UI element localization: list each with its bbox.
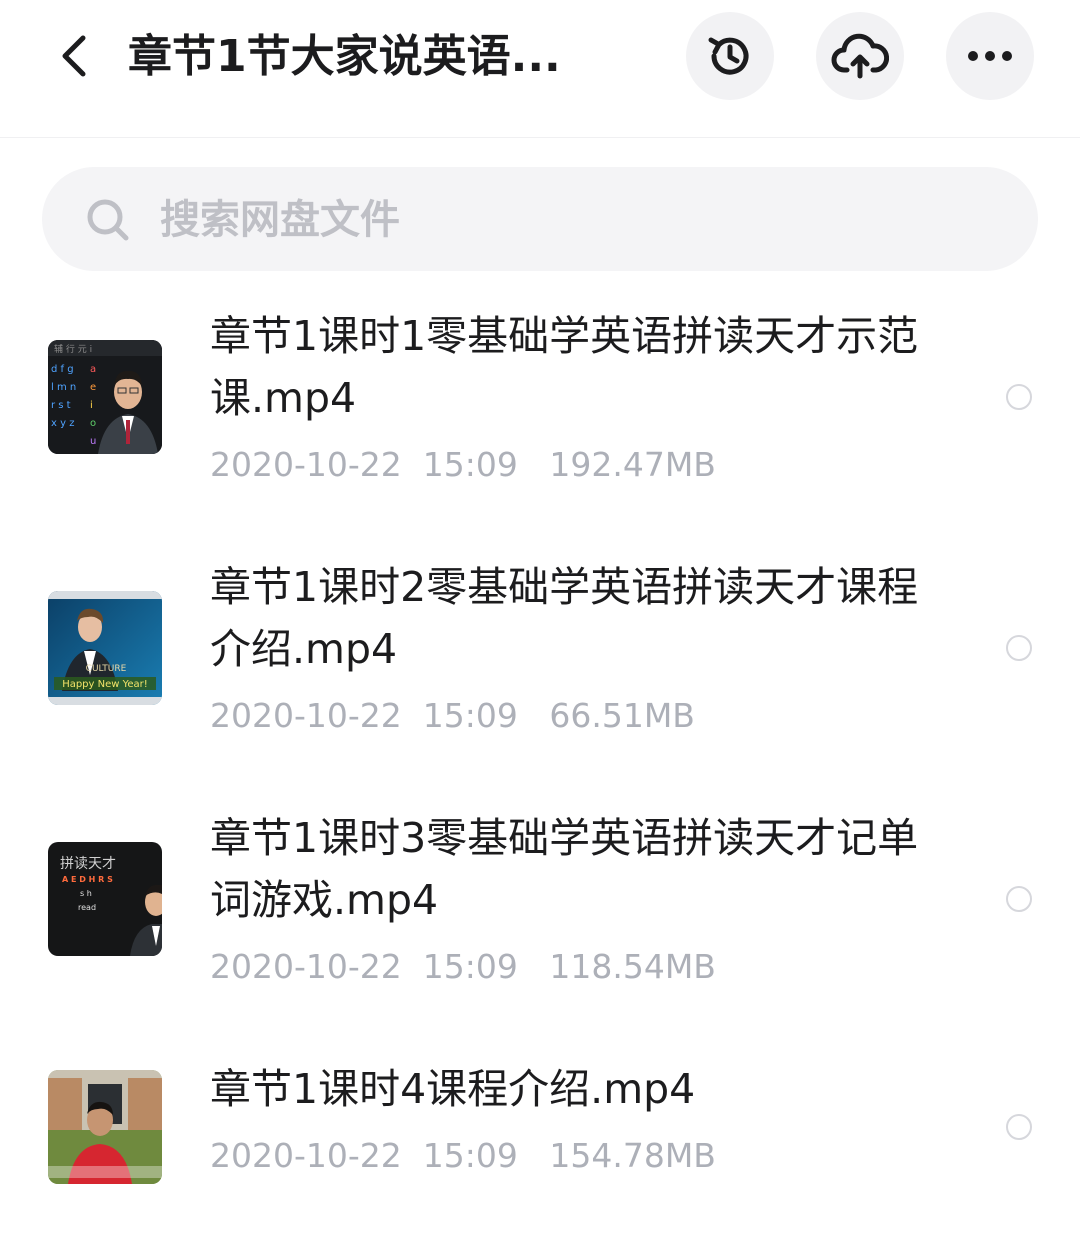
thumbnail-text: o [90, 418, 96, 429]
file-meta: 2020-10-22 15:09 118.54MB [210, 945, 716, 989]
select-radio[interactable] [1006, 635, 1032, 661]
file-meta: 2020-10-22 15:09 66.51MB [210, 694, 695, 738]
file-row[interactable]: 辅 行 元 i d f g l m n r s t x y z a e i o … [0, 305, 1080, 505]
thumbnail-text: Happy New Year! [62, 679, 148, 690]
upload-button[interactable] [816, 12, 904, 100]
file-row[interactable]: 拼读天才 A E D H R S s h read 章节1课时3零基础学英语拼读… [0, 807, 1080, 1007]
thumbnail-text: CULTURE [86, 664, 127, 674]
video-thumbnail: CULTURE Happy New Year! [48, 591, 162, 705]
file-size: 118.54MB [549, 947, 716, 986]
file-name: 章节1课时3零基础学英语拼读天才记单词游戏.mp4 [210, 814, 919, 924]
file-row[interactable]: CULTURE Happy New Year! 章节1课时2零基础学英语拼读天才… [0, 556, 1080, 756]
video-thumbnail: 辅 行 元 i d f g l m n r s t x y z a e i o … [48, 340, 162, 454]
video-thumbnail [48, 1070, 162, 1184]
file-size: 66.51MB [549, 696, 695, 735]
file-size: 154.78MB [549, 1136, 716, 1175]
thumbnail-text: r s t [51, 400, 71, 411]
folder-title: 章节1节大家说英语... [128, 31, 561, 82]
back-icon [62, 35, 86, 77]
file-date: 2020-10-22 [210, 696, 402, 735]
file-name: 章节1课时4课程介绍.mp4 [210, 1065, 696, 1113]
thumbnail-text: 辅 行 元 i [54, 343, 92, 355]
file-name: 章节1课时2零基础学英语拼读天才课程介绍.mp4 [210, 563, 919, 673]
file-time: 15:09 [422, 1136, 518, 1175]
file-date: 2020-10-22 [210, 445, 402, 484]
select-radio[interactable] [1006, 1114, 1032, 1140]
cloud-upload-icon [831, 33, 889, 79]
history-icon [708, 37, 749, 75]
thumbnail-text: 拼读天才 [60, 855, 116, 872]
thumbnail-text: x y z [51, 418, 74, 429]
file-row[interactable]: 章节1课时4课程介绍.mp4 2020-10-22 15:09 154.78MB [0, 1058, 1080, 1198]
search-input[interactable]: 搜索网盘文件 [160, 190, 400, 250]
file-date: 2020-10-22 [210, 1136, 402, 1175]
thumbnail-text: a [90, 364, 96, 375]
history-button[interactable] [686, 12, 774, 100]
select-radio[interactable] [1006, 384, 1032, 410]
thumbnail-text: i [90, 400, 93, 411]
search-icon [87, 199, 129, 241]
top-bar: 章节1节大家说英语... [0, 0, 1080, 138]
thumbnail-text: s h [80, 889, 92, 898]
file-time: 15:09 [422, 947, 518, 986]
file-name: 章节1课时1零基础学英语拼读天才示范课.mp4 [210, 312, 919, 422]
select-radio[interactable] [1006, 886, 1032, 912]
file-time: 15:09 [422, 696, 518, 735]
file-time: 15:09 [422, 445, 518, 484]
video-thumbnail: 拼读天才 A E D H R S s h read [48, 842, 162, 956]
thumbnail-text: e [90, 382, 96, 393]
more-icon [968, 51, 1012, 61]
file-meta: 2020-10-22 15:09 154.78MB [210, 1134, 716, 1178]
file-size: 192.47MB [549, 445, 716, 484]
file-date: 2020-10-22 [210, 947, 402, 986]
thumbnail-text: A E D H R S [62, 875, 113, 884]
back-button[interactable] [46, 28, 102, 84]
file-meta: 2020-10-22 15:09 192.47MB [210, 443, 716, 487]
thumbnail-text: d f g [51, 364, 74, 375]
more-button[interactable] [946, 12, 1034, 100]
thumbnail-text: l m n [51, 382, 76, 393]
thumbnail-text: read [78, 903, 96, 912]
thumbnail-text: u [90, 436, 96, 447]
